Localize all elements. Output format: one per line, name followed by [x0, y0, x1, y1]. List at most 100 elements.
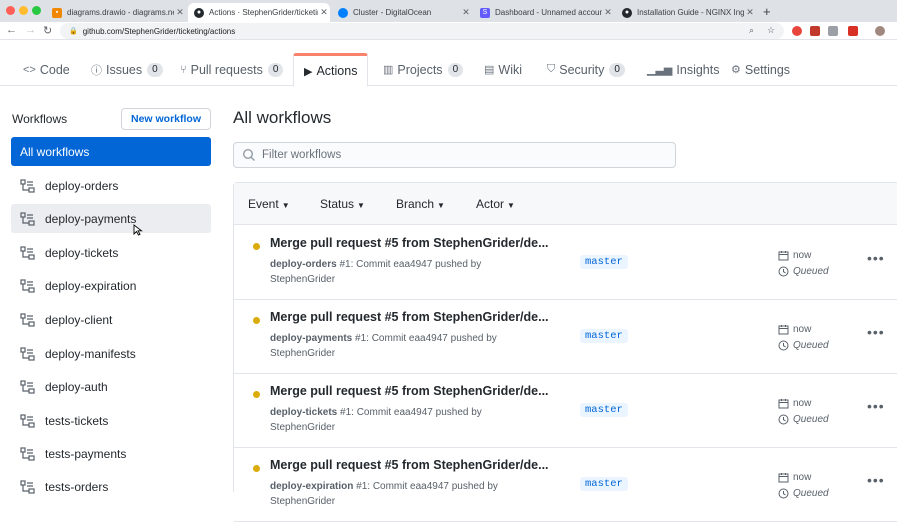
run-status-label: Queued: [793, 266, 829, 277]
filter-label: Actor: [476, 197, 505, 211]
new-workflow-button[interactable]: New workflow: [121, 108, 211, 130]
sidebar-item-label: tests-tickets: [45, 413, 109, 428]
sidebar-item-label: tests-payments: [45, 446, 127, 461]
tab-code[interactable]: <> Code: [23, 53, 70, 86]
tab-label: Pull requests: [190, 62, 263, 77]
sidebar-item-workflow[interactable]: deploy-auth: [11, 372, 211, 401]
tab-wiki[interactable]: ▤ Wiki: [484, 53, 522, 86]
tab-security[interactable]: ⛉ Security 0: [547, 53, 625, 86]
code-icon: <>: [23, 63, 36, 76]
more-options-icon[interactable]: •••: [867, 472, 885, 488]
tab-pull-requests[interactable]: ⑂ Pull requests 0: [180, 53, 284, 86]
sidebar-item-workflow[interactable]: tests-orders: [11, 472, 211, 501]
clock-icon: [778, 414, 789, 425]
browser-tab-drawio[interactable]: ▪ diagrams.drawio - diagrams.net ✕: [46, 3, 186, 22]
run-time-label: now: [793, 398, 812, 409]
bookmark-star-icon[interactable]: ☆: [767, 25, 775, 36]
run-status-label: Queued: [793, 488, 829, 499]
sidebar-item-workflow[interactable]: deploy-orders: [11, 171, 211, 200]
branch-badge[interactable]: master: [580, 255, 628, 269]
sidebar-item-workflow[interactable]: tests-tickets: [11, 406, 211, 435]
sidebar-item-workflow[interactable]: deploy-expiration: [11, 271, 211, 300]
browser-tab-digitalocean[interactable]: Cluster - DigitalOcean ✕: [332, 3, 472, 22]
browser-tab-label: Dashboard - Unnamed account: [495, 8, 602, 17]
browser-toolbar: ← → ↻ 🔒 github.com/StephenGrider/ticketi…: [0, 22, 897, 40]
sidebar-item-workflow[interactable]: tests-payments: [11, 439, 211, 468]
zoom-icon[interactable]: ⌕: [749, 25, 754, 36]
close-window-icon[interactable]: [6, 6, 15, 15]
book-icon: ▤: [484, 64, 495, 76]
maximize-window-icon[interactable]: [32, 6, 41, 15]
run-time-label: now: [793, 250, 812, 261]
filter-workflows-input[interactable]: [262, 149, 662, 161]
filter-workflows-field[interactable]: [233, 142, 676, 168]
run-meta: deploy-orders #1: Commit eaa4947 pushed …: [270, 258, 530, 287]
workflow-run-row[interactable]: Merge pull request #5 from StephenGrider…: [234, 448, 897, 522]
shield-icon: ⛉: [547, 63, 556, 75]
event-filter-dropdown[interactable]: Event ▼: [248, 197, 290, 211]
more-options-icon[interactable]: •••: [867, 324, 885, 340]
close-tab-icon[interactable]: ✕: [174, 7, 186, 18]
branch-badge[interactable]: master: [580, 329, 628, 343]
close-tab-icon[interactable]: ✕: [318, 7, 330, 18]
workflow-icon: [20, 178, 35, 193]
tab-projects[interactable]: ▥ Projects 0: [383, 53, 464, 86]
extension-icon[interactable]: [810, 26, 820, 36]
more-options-icon[interactable]: •••: [867, 250, 885, 266]
run-meta: deploy-payments #1: Commit eaa4947 pushe…: [270, 332, 530, 361]
calendar-icon: [778, 325, 789, 335]
browser-tab-nginx[interactable]: ● Installation Guide - NGINX Ingress ✕: [616, 3, 756, 22]
sidebar-item-all-workflows[interactable]: All workflows: [11, 137, 211, 166]
tab-insights[interactable]: ▁▃▅ Insights: [647, 53, 719, 86]
run-workflow-name: deploy-tickets: [270, 407, 338, 418]
branch-filter-dropdown[interactable]: Branch ▼: [396, 197, 445, 211]
run-time: now: [778, 250, 811, 261]
extension-icon[interactable]: [848, 26, 858, 36]
clock-icon: [778, 488, 789, 499]
sidebar-item-label: deploy-expiration: [45, 278, 137, 293]
extension-icon[interactable]: [828, 26, 838, 36]
page-title: All workflows: [233, 108, 332, 127]
close-tab-icon[interactable]: ✕: [460, 7, 472, 18]
more-options-icon[interactable]: •••: [867, 398, 885, 414]
sidebar-item-workflow[interactable]: deploy-payments: [11, 204, 211, 233]
run-title-link[interactable]: Merge pull request #5 from StephenGrider…: [270, 236, 549, 250]
workflow-run-row[interactable]: Merge pull request #5 from StephenGrider…: [234, 226, 897, 300]
close-tab-icon[interactable]: ✕: [602, 7, 614, 18]
tab-label: Actions: [316, 64, 358, 78]
workflow-run-row[interactable]: Merge pull request #5 from StephenGrider…: [234, 374, 897, 448]
run-title-link[interactable]: Merge pull request #5 from StephenGrider…: [270, 384, 549, 398]
reload-icon[interactable]: ↻: [43, 24, 52, 37]
new-tab-button[interactable]: +: [763, 4, 771, 19]
back-arrow-icon[interactable]: ←: [6, 24, 17, 36]
sidebar-item-workflow[interactable]: deploy-tickets: [11, 238, 211, 267]
workflow-icon: [20, 346, 35, 361]
avatar[interactable]: [875, 26, 885, 36]
status-filter-dropdown[interactable]: Status ▼: [320, 197, 365, 211]
address-bar[interactable]: 🔒 github.com/StephenGrider/ticketing/act…: [60, 23, 784, 39]
tab-actions[interactable]: ▶ Actions: [293, 53, 369, 87]
workflow-run-row[interactable]: Merge pull request #5 from StephenGrider…: [234, 300, 897, 374]
workflow-runs-list: Event ▼ Status ▼ Branch ▼ Actor ▼ Merge pull…: [233, 182, 897, 522]
sidebar-item-workflow[interactable]: deploy-manifests: [11, 339, 211, 368]
run-title-link[interactable]: Merge pull request #5 from StephenGrider…: [270, 310, 549, 324]
browser-tab-stripe[interactable]: S Dashboard - Unnamed account ✕: [474, 3, 614, 22]
tab-label: Projects: [397, 62, 443, 77]
browser-tab-actions[interactable]: ● Actions · StephenGrider/ticketing ✕: [188, 3, 330, 22]
branch-badge[interactable]: master: [580, 477, 628, 491]
workflow-icon: [20, 211, 35, 226]
tab-issues[interactable]: ⓘ Issues 0: [91, 53, 163, 86]
close-tab-icon[interactable]: ✕: [744, 7, 756, 18]
actor-filter-dropdown[interactable]: Actor ▼: [476, 197, 515, 211]
counter-badge: 0: [147, 62, 163, 77]
queued-status-dot: [253, 465, 260, 472]
branch-badge[interactable]: master: [580, 403, 628, 417]
extension-icon[interactable]: [792, 26, 802, 36]
tab-settings[interactable]: ⚙ Settings: [731, 53, 790, 86]
sidebar-item-workflow[interactable]: deploy-client: [11, 305, 211, 334]
run-title-link[interactable]: Merge pull request #5 from StephenGrider…: [270, 458, 549, 472]
queued-status-dot: [253, 391, 260, 398]
forward-arrow-icon[interactable]: →: [25, 24, 36, 36]
sidebar-item-label: deploy-client: [45, 312, 113, 327]
minimize-window-icon[interactable]: [19, 6, 28, 15]
